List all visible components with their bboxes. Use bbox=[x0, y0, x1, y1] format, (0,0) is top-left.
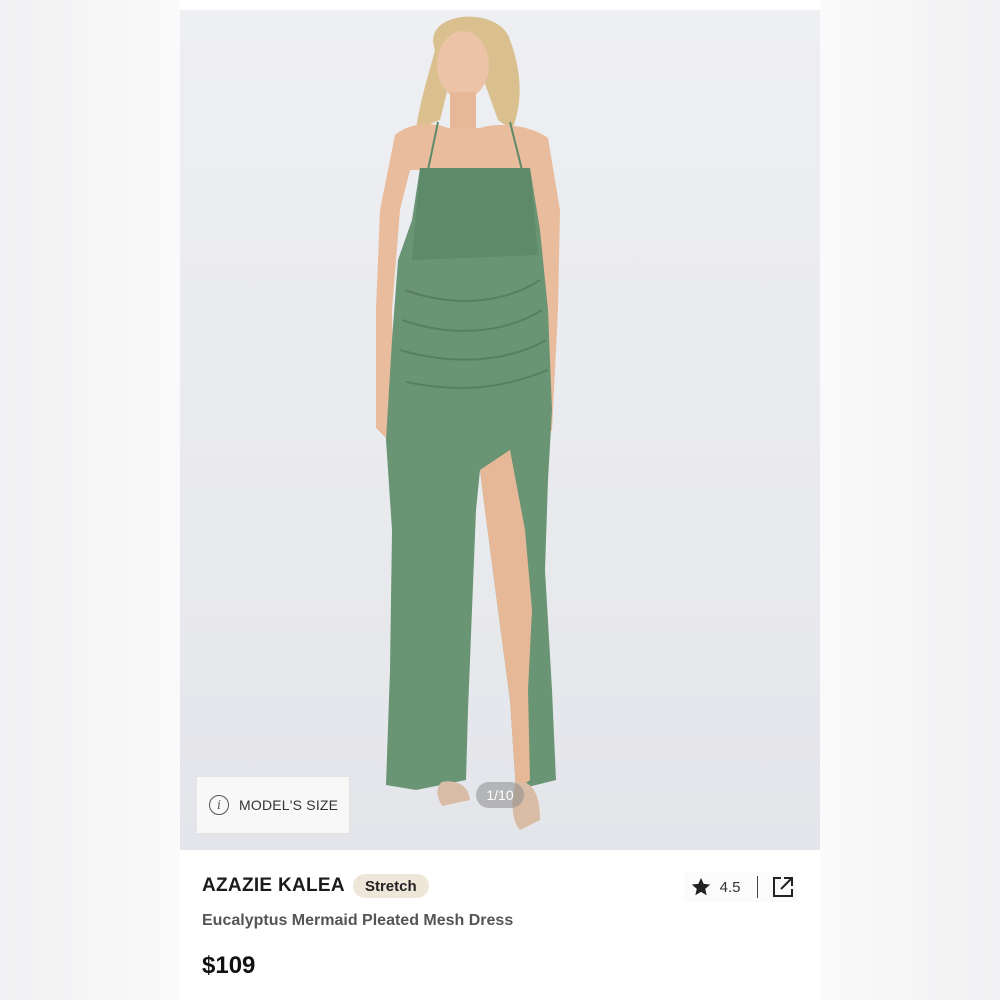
divider bbox=[756, 876, 758, 898]
product-card: i MODEL'S SIZE 1/10 AZAZIE KALEA Stretch… bbox=[180, 0, 820, 1000]
model-size-button[interactable]: i MODEL'S SIZE bbox=[196, 776, 350, 834]
backdrop-left bbox=[0, 0, 180, 1000]
rating-value[interactable]: 4.5 bbox=[720, 879, 741, 896]
model-size-label: MODEL'S SIZE bbox=[239, 797, 339, 813]
brand-row: AZAZIE KALEA Stretch bbox=[202, 874, 429, 898]
product-name[interactable]: Eucalyptus Mermaid Pleated Mesh Dress bbox=[202, 912, 513, 930]
backdrop-right bbox=[820, 0, 1000, 1000]
product-photo bbox=[376, 16, 560, 830]
stretch-badge: Stretch bbox=[352, 874, 429, 898]
product-price: $109 bbox=[202, 952, 256, 979]
product-image-gallery[interactable]: i MODEL'S SIZE 1/10 bbox=[180, 10, 820, 850]
external-link-icon[interactable] bbox=[770, 874, 796, 900]
rating-share-bar: 4.5 bbox=[683, 872, 796, 902]
image-page-indicator: 1/10 bbox=[476, 782, 524, 808]
dress-shape bbox=[386, 168, 556, 790]
info-icon: i bbox=[209, 795, 229, 815]
star-icon bbox=[691, 877, 710, 896]
brand-name[interactable]: AZAZIE KALEA bbox=[202, 875, 345, 897]
product-info: AZAZIE KALEA Stretch Eucalyptus Mermaid … bbox=[180, 850, 820, 1000]
